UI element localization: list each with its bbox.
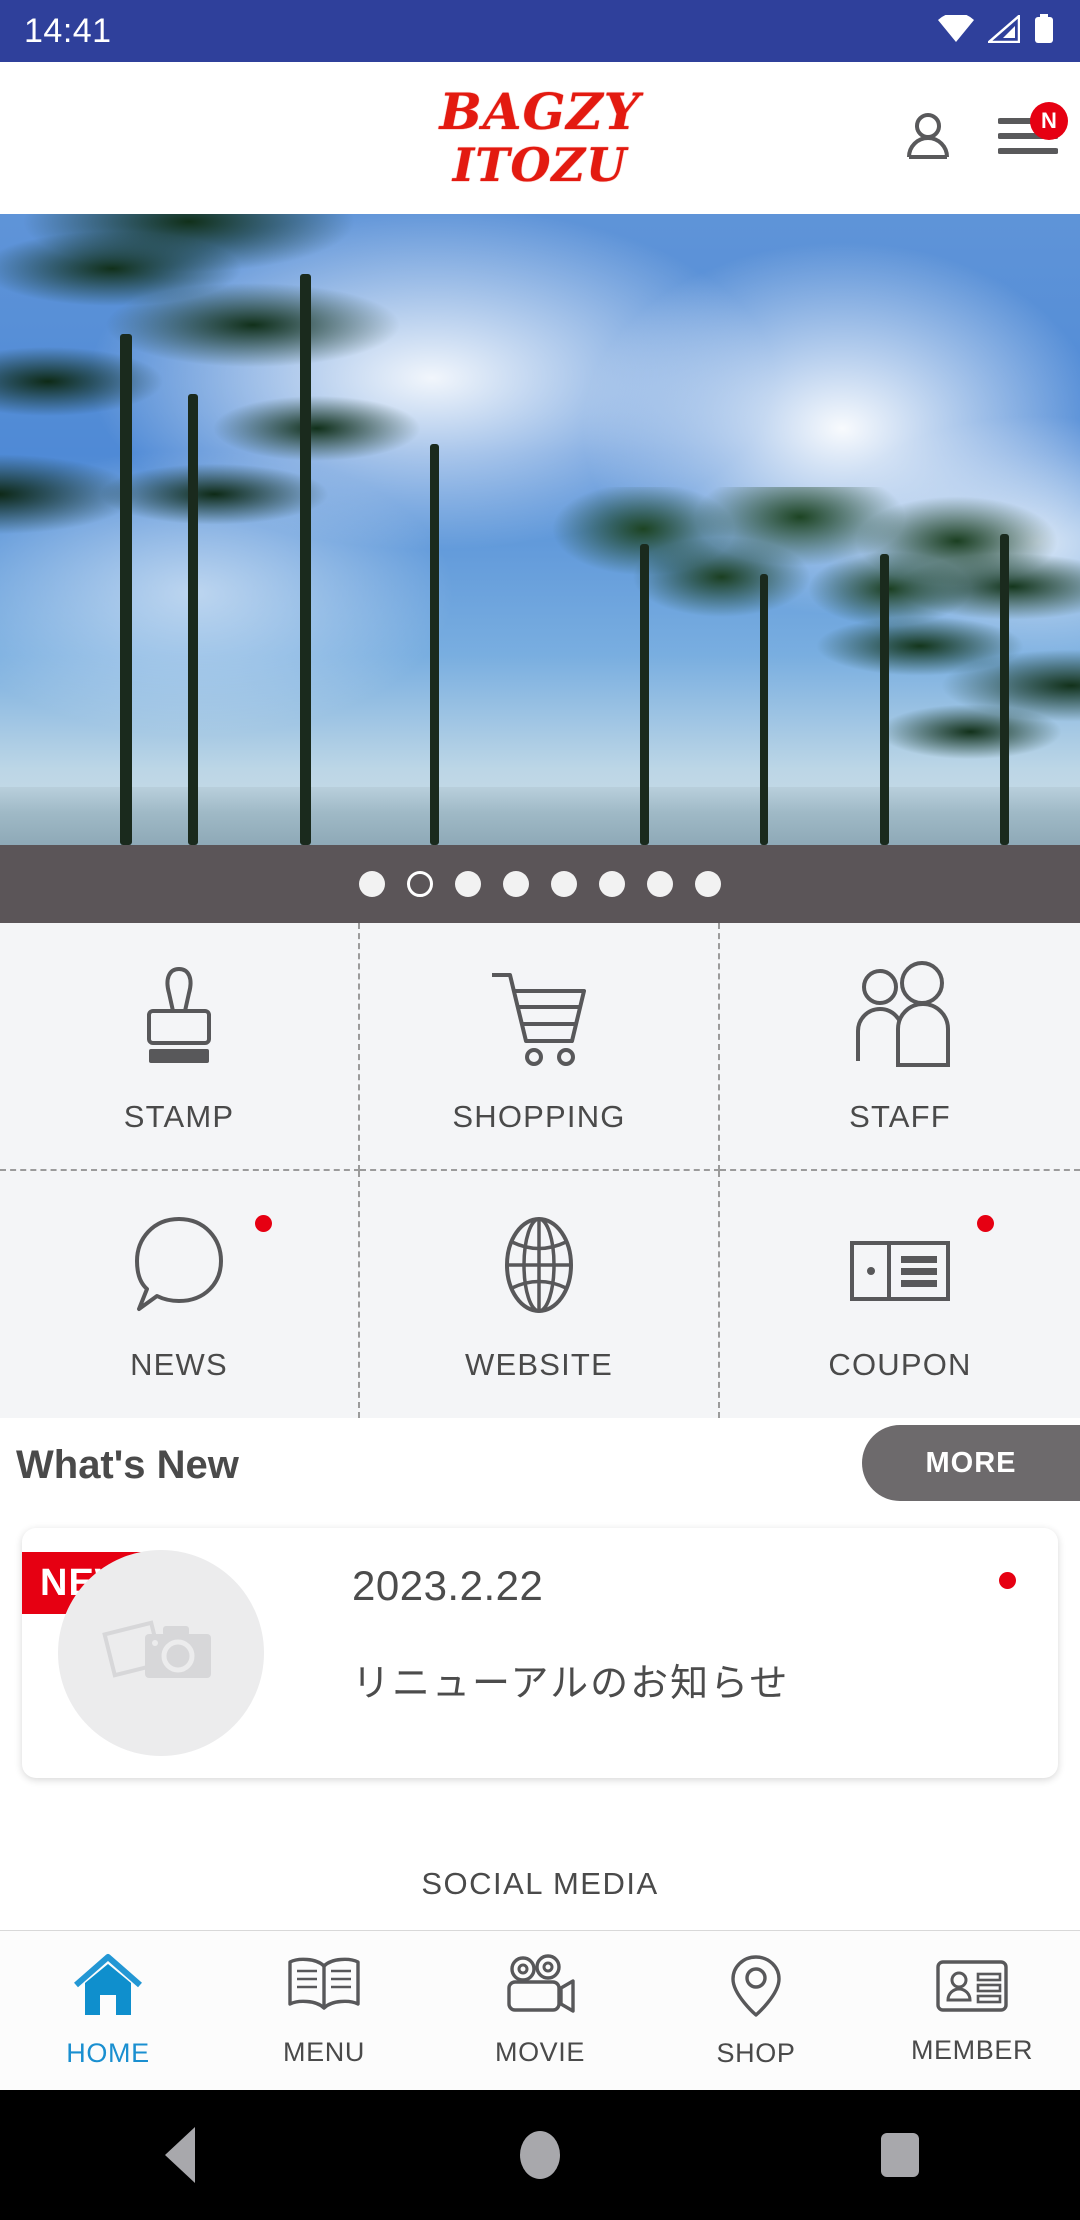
speech-bubble-icon (129, 1205, 229, 1321)
movie-camera-icon (501, 1953, 579, 2023)
status-bar: 14:41 (0, 0, 1080, 62)
carousel-dot[interactable] (359, 871, 385, 897)
palm-trunk (1000, 534, 1009, 845)
photo-camera-placeholder-icon (101, 1606, 221, 1701)
cellular-signal-icon (985, 12, 1021, 48)
grid-label: WEBSITE (465, 1347, 613, 1383)
social-media-heading: SOCIAL MEDIA (421, 1866, 659, 1901)
news-badge-dot (255, 1214, 272, 1232)
carousel-dot[interactable] (551, 871, 577, 897)
battery-full-icon (1034, 13, 1054, 49)
grid-item-stamp[interactable]: STAMP (0, 923, 360, 1171)
grid-label: STAMP (123, 1098, 235, 1134)
carousel-dot-active[interactable] (407, 871, 433, 897)
tree-grove (520, 487, 1080, 787)
grid-item-coupon[interactable]: COUPON (720, 1171, 1080, 1419)
tab-label: SHOP (716, 2037, 796, 2068)
map-pin-icon (728, 1953, 784, 2024)
palm-trunk (640, 544, 649, 845)
globe-icon (491, 1205, 587, 1321)
home-circle-icon[interactable] (480, 2090, 600, 2220)
palm-trunk (880, 554, 889, 845)
recents-square-icon[interactable] (840, 2090, 960, 2220)
tab-shop[interactable]: SHOP (648, 1931, 864, 2090)
grid-item-news[interactable]: NEWS (0, 1170, 360, 1418)
page-title: What's New (16, 1442, 239, 1487)
person-icon (902, 110, 954, 167)
tab-movie[interactable]: MOVIE (432, 1931, 648, 2090)
open-book-icon (284, 1954, 364, 2023)
hero-carousel-image[interactable] (0, 214, 1080, 845)
tab-home[interactable]: HOME (0, 1931, 216, 2090)
wifi-icon (938, 12, 974, 48)
news-date: 2023.2.22 (352, 1562, 544, 1609)
news-thumbnail-placeholder (58, 1550, 264, 1756)
tab-label: HOME (66, 2037, 150, 2068)
carousel-dot[interactable] (695, 871, 721, 897)
more-button[interactable]: MORE (862, 1425, 1080, 1501)
carousel-dot[interactable] (455, 871, 481, 897)
palm-trunk (430, 444, 439, 845)
carousel-dot[interactable] (503, 871, 529, 897)
header-actions: N (898, 102, 1068, 168)
tab-member[interactable]: MEMBER (864, 1931, 1080, 2090)
tab-label: MOVIE (494, 2036, 585, 2067)
palm-trunk (300, 274, 311, 845)
coupon-badge-dot (977, 1214, 994, 1232)
staff-people-icon (846, 957, 954, 1073)
home-icon (72, 1953, 144, 2024)
account-button[interactable] (898, 108, 958, 168)
tab-menu[interactable]: MENU (216, 1931, 432, 2090)
palm-trunk (120, 334, 132, 845)
coupon-ticket-icon (845, 1205, 955, 1321)
id-card-icon (934, 1956, 1010, 2021)
app-header: BAGZY ITOZU N (0, 62, 1080, 214)
palm-trunk (188, 394, 198, 845)
whats-new-header: What's New MORE (0, 1419, 1080, 1511)
carousel-dot[interactable] (647, 871, 673, 897)
status-time: 14:41 (24, 12, 112, 50)
quick-menu-grid: STAMP SHOPPING STAFF NEWS WEBSITE COUPON (0, 923, 1080, 1418)
carousel-dot[interactable] (599, 871, 625, 897)
grid-item-website[interactable]: WEBSITE (360, 1170, 720, 1418)
grid-item-staff[interactable]: STAFF (720, 923, 1080, 1171)
news-unread-dot (999, 1572, 1016, 1589)
news-card[interactable]: NEW 2023.2.22 リニューアルのお知らせ (22, 1528, 1058, 1778)
stamp-icon (131, 957, 227, 1073)
carousel-indicator-bar (0, 845, 1080, 923)
grid-label: SHOPPING (452, 1098, 626, 1134)
tab-label: MENU (283, 2036, 365, 2067)
news-title-text: リニューアルのお知らせ (352, 1663, 790, 1705)
grid-label: NEWS (130, 1347, 228, 1383)
menu-button[interactable]: N (997, 102, 1068, 168)
android-navigation-bar (0, 2090, 1080, 2220)
menu-new-badge: N (1030, 102, 1068, 140)
palm-trunk (760, 574, 768, 845)
shopping-cart-icon (484, 957, 594, 1073)
grid-label: COUPON (828, 1347, 972, 1383)
grid-label: STAFF (849, 1098, 951, 1134)
back-triangle-icon[interactable] (120, 2090, 240, 2220)
palm-canopy-left (0, 214, 560, 654)
bottom-tab-bar: HOME MENU MOVIE SHOP MEMBER (0, 1930, 1080, 2090)
status-icons (938, 12, 1054, 49)
phone-screen: 14:41 BAGZY ITOZU N STAMP SHOPPING STAFF… (0, 0, 1080, 2220)
grid-item-shopping[interactable]: SHOPPING (360, 923, 720, 1171)
tab-label: MEMBER (910, 2034, 1034, 2065)
